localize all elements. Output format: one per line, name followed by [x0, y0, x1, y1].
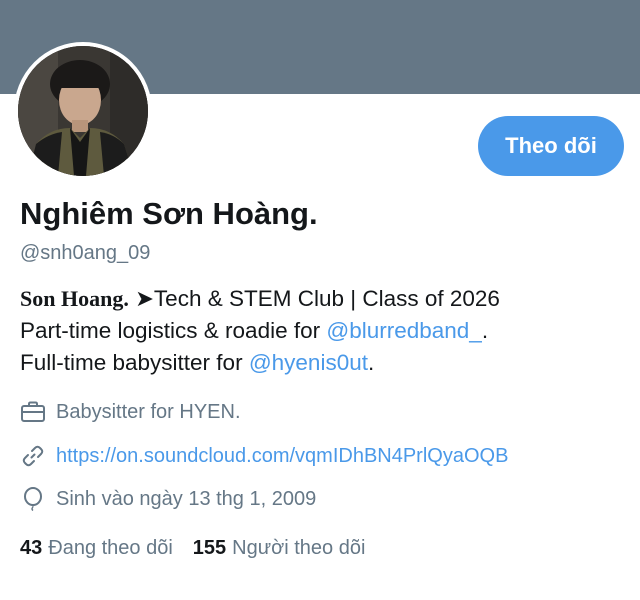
link-icon [20, 444, 46, 468]
bio-stylized-name: Son Hoang. [20, 286, 129, 311]
birthday-text: Sinh vào ngày 13 thg 1, 2009 [56, 487, 317, 510]
followers-count: 155 [192, 537, 227, 559]
mention-link-hyenis0ut[interactable]: @hyenis0ut [249, 350, 368, 375]
profile-birthday: Sinh vào ngày 13 thg 1, 2009 [20, 487, 316, 511]
follow-button[interactable]: Theo dõi [478, 116, 624, 176]
bio-line-1: Son Hoang. ➤Tech & STEM Club | Class of … [20, 283, 630, 315]
avatar[interactable] [14, 42, 152, 180]
balloon-icon [20, 487, 46, 511]
bio-text: Full-time babysitter for [20, 350, 249, 375]
following-stat[interactable]: 43 Đang theo dõi [20, 537, 173, 560]
following-count: 43 [20, 537, 43, 559]
bio-line-2: Part-time logistics & roadie for @blurre… [20, 315, 630, 347]
profile-website: https://on.soundcloud.com/vqmIDhBN4PrlQy… [20, 444, 508, 468]
follow-stats: 43 Đang theo dõi 155 Người theo dõi [20, 537, 365, 560]
bio-line-3: Full-time babysitter for @hyenis0ut. [20, 347, 630, 379]
followers-label: Người theo dõi [232, 537, 366, 559]
website-link[interactable]: https://on.soundcloud.com/vqmIDhBN4PrlQy… [56, 445, 508, 468]
bio-tagline: ➤Tech & STEM Club | Class of 2026 [128, 286, 500, 311]
mention-link-blurredband[interactable]: @blurredband_ [326, 318, 481, 343]
work-text: Babysitter for HYEN. [56, 400, 241, 423]
following-label: Đang theo dõi [48, 537, 173, 559]
bio-text: Part-time logistics & roadie for [20, 318, 327, 343]
followers-stat[interactable]: 155 Người theo dõi [193, 537, 366, 560]
display-name: Nghiêm Sơn Hoàng. [20, 196, 318, 231]
profile-handle: @snh0ang_09 [20, 242, 151, 264]
profile-work: Babysitter for HYEN. [20, 400, 241, 424]
briefcase-icon [20, 400, 46, 424]
avatar-photo [18, 46, 148, 176]
bio-text: . [367, 350, 375, 375]
bio-text: . [481, 318, 489, 343]
profile-bio: Son Hoang. ➤Tech & STEM Club | Class of … [20, 283, 630, 379]
